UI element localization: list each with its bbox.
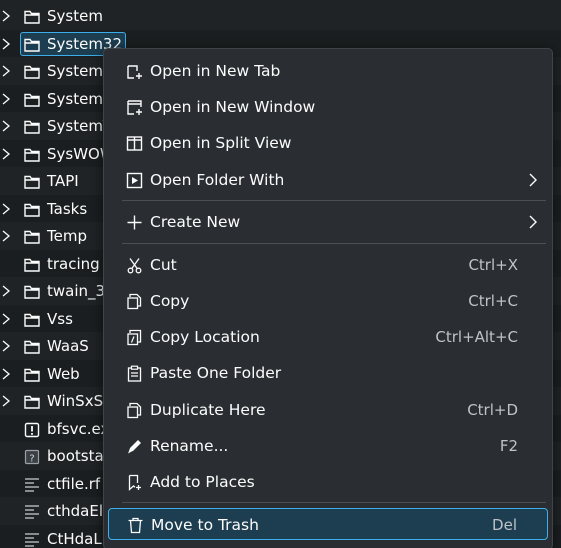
menu-item-label: Duplicate Here — [150, 401, 266, 419]
expand-arrow-icon[interactable] — [0, 339, 12, 353]
folder-icon — [24, 367, 40, 382]
folder-icon — [24, 64, 40, 79]
menu-item-shortcut: Ctrl+C — [468, 292, 518, 310]
scissors-icon — [126, 257, 143, 274]
unknown-file-icon: ? — [24, 449, 40, 465]
menu-item-shortcut: Del — [492, 516, 517, 534]
text-file-icon — [24, 477, 40, 492]
menu-item-label: Copy Location — [150, 328, 260, 346]
menu-separator — [122, 243, 546, 244]
menu-item-shortcut: Ctrl+D — [467, 401, 518, 419]
copy-location-icon — [126, 329, 143, 346]
file-name: tracing — [47, 254, 100, 273]
open-with-icon — [126, 172, 143, 189]
expand-arrow-icon[interactable] — [0, 284, 12, 298]
menu-item-duplicate-here[interactable]: Duplicate Here Ctrl+D — [108, 394, 548, 426]
folder-icon — [24, 147, 40, 162]
text-file-icon — [24, 532, 40, 547]
folder-icon — [24, 229, 40, 244]
executable-icon — [24, 422, 40, 437]
folder-icon — [24, 174, 40, 189]
context-menu: Open in New Tab Open in New Window Open … — [103, 48, 553, 548]
menu-item-move-to-trash[interactable]: Move to Trash Del — [108, 508, 548, 540]
folder-icon — [24, 284, 40, 299]
menu-item-create-new[interactable]: Create New — [108, 206, 548, 238]
pencil-icon — [126, 438, 143, 455]
folder-icon — [24, 257, 40, 272]
expand-arrow-icon[interactable] — [0, 202, 12, 216]
menu-item-shortcut: F2 — [499, 437, 518, 455]
folder-icon — [24, 92, 40, 107]
folder-icon — [24, 202, 40, 217]
file-name: WaaS — [47, 337, 89, 355]
folder-icon — [24, 9, 40, 24]
menu-item-add-to-places[interactable]: Add to Places — [108, 466, 548, 498]
menu-item-open-in-split-view[interactable]: Open in Split View — [108, 127, 548, 159]
file-name: Vss — [47, 309, 73, 328]
new-tab-icon — [126, 63, 143, 80]
new-window-icon — [126, 99, 143, 116]
expand-arrow-icon[interactable] — [0, 37, 12, 51]
submenu-arrow-icon — [528, 173, 538, 187]
submenu-arrow-icon — [528, 215, 538, 229]
menu-item-copy[interactable]: Copy Ctrl+C — [108, 285, 548, 317]
menu-item-label: Open in Split View — [150, 134, 292, 152]
file-name: System — [47, 7, 103, 25]
file-name: Tasks — [47, 199, 88, 218]
menu-item-shortcut: Ctrl+X — [468, 256, 518, 274]
plus-icon — [126, 214, 143, 231]
svg-text:?: ? — [29, 454, 34, 465]
menu-item-label: Cut — [150, 256, 177, 274]
folder-icon — [24, 312, 40, 327]
split-view-icon — [126, 135, 143, 152]
menu-item-cut[interactable]: Cut Ctrl+X — [108, 249, 548, 281]
menu-item-shortcut: Ctrl+Alt+C — [435, 328, 518, 346]
menu-separator — [122, 200, 546, 201]
menu-item-copy-location[interactable]: Copy Location Ctrl+Alt+C — [108, 321, 548, 353]
file-name: Web — [47, 364, 80, 383]
menu-item-open-in-new-window[interactable]: Open in New Window — [108, 91, 548, 123]
menu-item-label: Move to Trash — [151, 516, 259, 534]
expand-arrow-icon[interactable] — [0, 394, 12, 408]
menu-item-paste-one-folder[interactable]: Paste One Folder — [108, 357, 548, 389]
expand-arrow-icon[interactable] — [0, 119, 12, 133]
duplicate-icon — [126, 402, 143, 419]
file-name: TAPI — [47, 172, 79, 190]
menu-item-open-folder-with[interactable]: Open Folder With — [108, 164, 548, 196]
folder-icon — [24, 37, 40, 52]
menu-item-label: Paste One Folder — [150, 364, 282, 382]
file-name: ctfile.rf — [47, 474, 101, 493]
menu-item-label: Open in New Tab — [150, 62, 281, 80]
copy-icon — [126, 293, 143, 310]
folder-icon — [24, 119, 40, 134]
file-manager-window: System System32 SystemApps SystemResourc… — [0, 0, 561, 548]
file-name: cthdaEl — [47, 502, 103, 520]
expand-arrow-icon[interactable] — [0, 64, 12, 78]
expand-arrow-icon[interactable] — [0, 9, 12, 23]
file-name: CtHdaL — [47, 529, 102, 548]
paste-icon — [126, 365, 143, 382]
menu-item-open-in-new-tab[interactable]: Open in New Tab — [108, 55, 548, 87]
text-file-icon — [24, 504, 40, 519]
menu-item-label: Open in New Window — [150, 98, 316, 116]
expand-arrow-icon[interactable] — [0, 312, 12, 326]
folder-icon — [24, 339, 40, 354]
menu-separator — [122, 502, 546, 503]
expand-arrow-icon[interactable] — [0, 92, 12, 106]
folder-icon — [24, 394, 40, 409]
menu-item-label: Copy — [150, 292, 190, 310]
menu-item-label: Create New — [150, 213, 241, 231]
expand-arrow-icon[interactable] — [0, 147, 12, 161]
trash-icon — [127, 517, 144, 534]
expand-arrow-icon[interactable] — [0, 229, 12, 243]
file-row-system[interactable]: System — [0, 2, 561, 30]
menu-item-label: Rename... — [150, 437, 229, 455]
expand-arrow-icon[interactable] — [0, 367, 12, 381]
file-name: WinSxS — [47, 392, 104, 410]
file-name: Temp — [47, 227, 87, 245]
menu-item-rename[interactable]: Rename... F2 — [108, 430, 548, 462]
menu-item-label: Add to Places — [150, 473, 255, 491]
menu-item-label: Open Folder With — [150, 171, 285, 189]
bookmark-icon — [126, 474, 143, 491]
